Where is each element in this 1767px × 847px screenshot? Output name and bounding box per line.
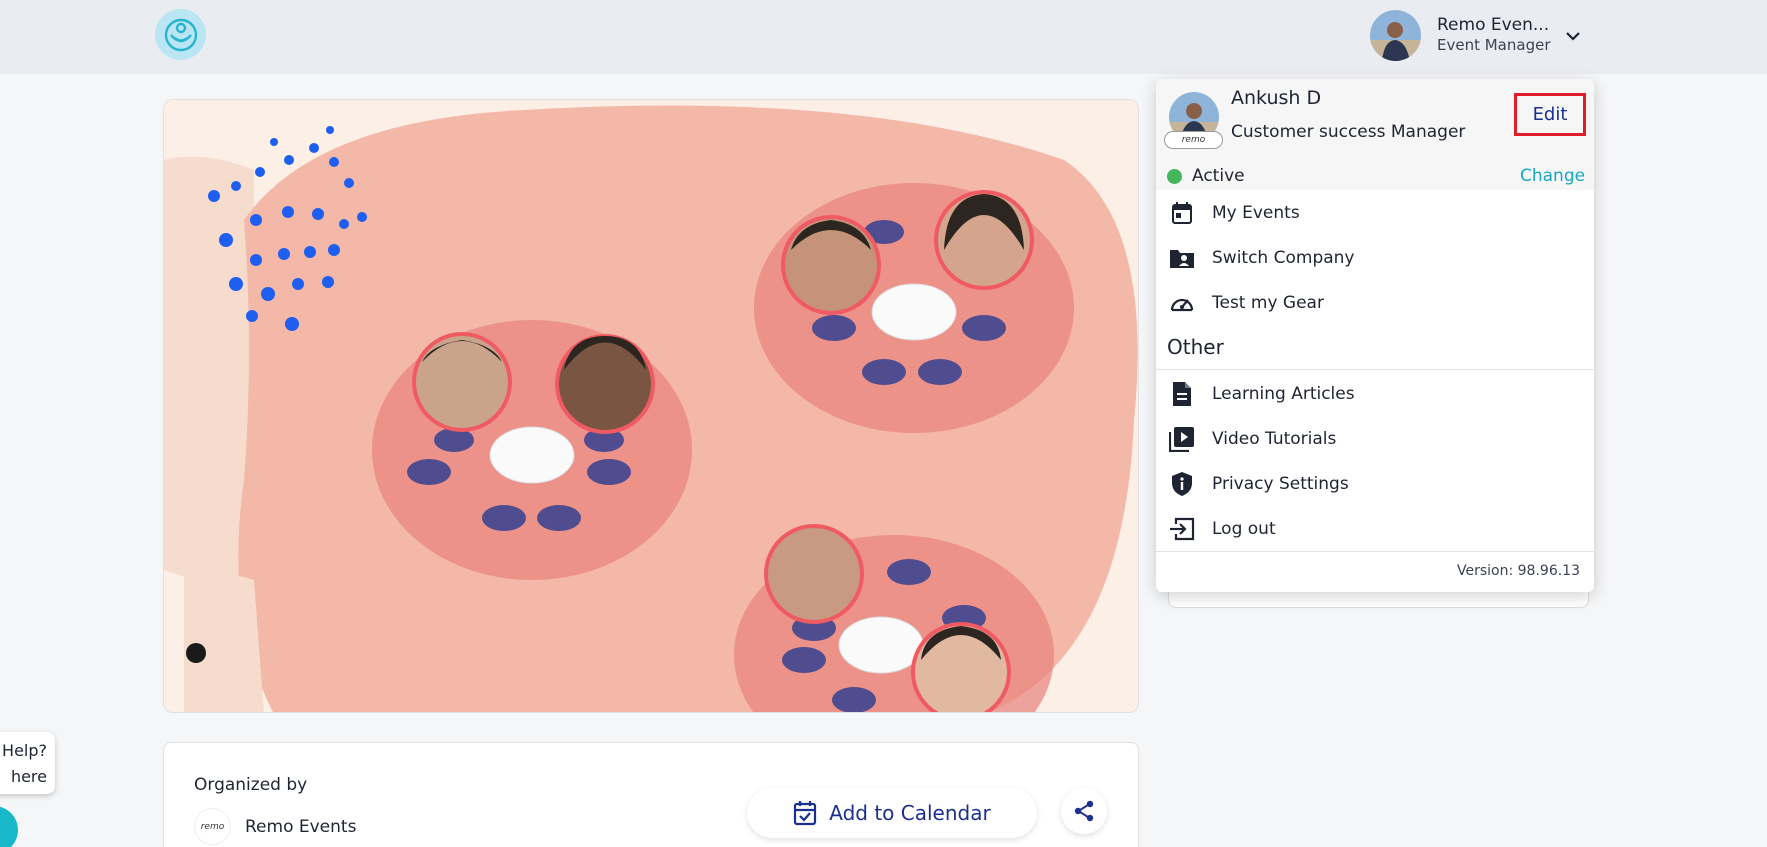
menu-item-label: Video Tutorials xyxy=(1212,429,1337,449)
organizer-name: Remo Events xyxy=(245,816,357,837)
organizer-logo: remo xyxy=(194,808,231,845)
menu-item-label: Learning Articles xyxy=(1212,384,1355,404)
header-user-name: Remo Even... xyxy=(1437,15,1550,35)
shield-info-icon xyxy=(1169,471,1195,497)
document-icon xyxy=(1169,381,1195,407)
menu-item-privacy-settings[interactable]: Privacy Settings xyxy=(1156,462,1594,507)
user-menu-trigger[interactable]: Remo Even... Event Manager xyxy=(1370,8,1581,62)
share-button[interactable] xyxy=(1061,788,1107,834)
chat-launcher-button[interactable] xyxy=(0,806,18,847)
menu-item-log-out[interactable]: Log out xyxy=(1156,507,1594,552)
menu-item-learning-articles[interactable]: Learning Articles xyxy=(1156,372,1594,417)
add-to-calendar-label: Add to Calendar xyxy=(829,801,991,825)
menu-item-label: My Events xyxy=(1212,203,1300,223)
menu-item-video-tutorials[interactable]: Video Tutorials xyxy=(1156,417,1594,462)
calendar-icon xyxy=(1169,200,1195,226)
section-divider xyxy=(1156,369,1594,370)
status-indicator xyxy=(1167,169,1182,184)
organizer-card: Organized by remo Remo Events Add to Cal… xyxy=(163,742,1139,847)
edit-profile-button[interactable]: Edit xyxy=(1514,93,1586,136)
share-icon xyxy=(1074,800,1094,822)
change-status-link[interactable]: Change xyxy=(1520,166,1585,186)
chevron-down-icon xyxy=(1565,32,1580,41)
profile-dropdown-menu: remo Ankush D Customer success Manager E… xyxy=(1156,79,1594,592)
speedometer-icon xyxy=(1169,290,1195,316)
status-label: Active xyxy=(1192,166,1245,186)
menu-item-label: Log out xyxy=(1212,519,1276,539)
app-logo[interactable] xyxy=(155,9,206,60)
top-bar: Remo Even... Event Manager xyxy=(0,0,1767,74)
video-library-icon xyxy=(1169,426,1195,452)
help-line-1: Help? xyxy=(2,741,47,760)
footer-divider xyxy=(1156,551,1594,552)
folder-user-icon xyxy=(1169,245,1195,271)
menu-item-label: Switch Company xyxy=(1212,248,1355,268)
profile-header: remo Ankush D Customer success Manager E… xyxy=(1156,79,1594,190)
menu-item-switch-company[interactable]: Switch Company xyxy=(1156,236,1594,281)
organizer-row[interactable]: remo Remo Events xyxy=(194,808,356,845)
organized-by-label: Organized by xyxy=(194,775,308,795)
version-label: Version: 98.96.13 xyxy=(1457,563,1580,579)
profile-name: Ankush D xyxy=(1231,87,1322,109)
menu-item-label: Privacy Settings xyxy=(1212,474,1349,494)
help-line-2: here xyxy=(10,767,47,786)
profile-job-title: Customer success Manager xyxy=(1231,122,1466,142)
add-to-calendar-button[interactable]: Add to Calendar xyxy=(747,788,1037,838)
logout-icon xyxy=(1169,516,1195,542)
other-section-label: Other xyxy=(1167,335,1224,359)
floor-plan-illustration xyxy=(164,100,1138,712)
avatar xyxy=(1370,9,1421,61)
menu-item-label: Test my Gear xyxy=(1212,293,1324,313)
company-badge: remo xyxy=(1164,131,1223,149)
menu-item-test-gear[interactable]: Test my Gear xyxy=(1156,281,1594,326)
menu-item-my-events[interactable]: My Events xyxy=(1156,191,1594,236)
calendar-check-icon xyxy=(794,801,817,826)
header-user-role: Event Manager xyxy=(1437,36,1551,54)
remo-logo-icon xyxy=(164,18,197,51)
event-banner-image xyxy=(163,99,1139,713)
help-tab[interactable]: Help? here xyxy=(0,732,55,794)
